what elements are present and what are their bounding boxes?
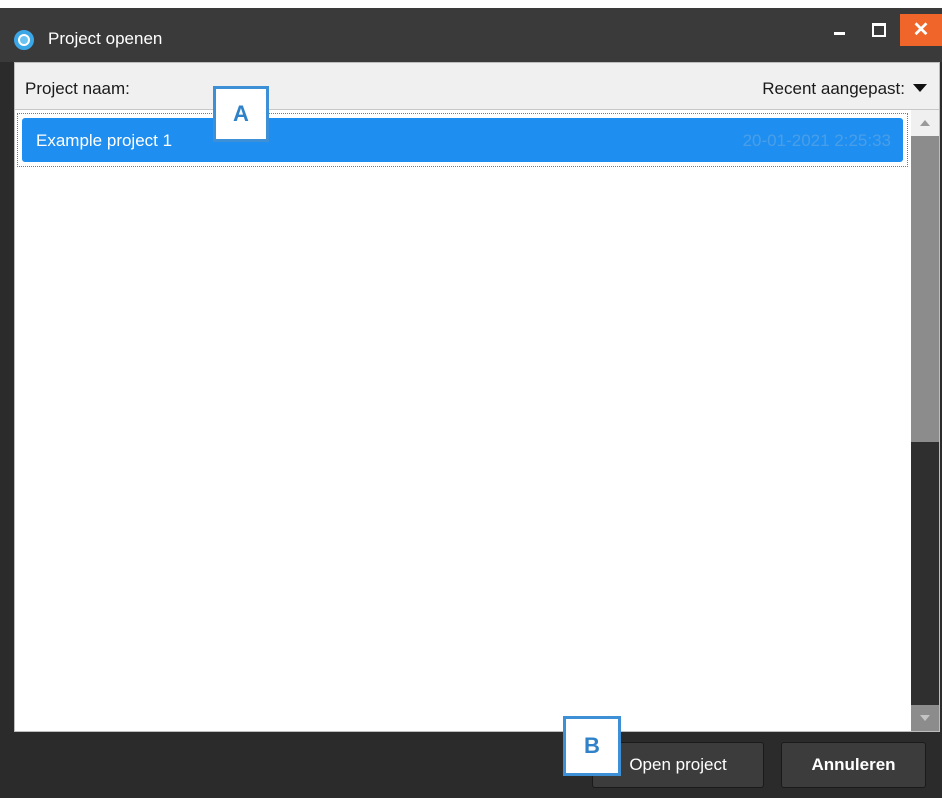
cancel-button[interactable]: Annuleren xyxy=(781,742,926,788)
project-modified-date: 20-01-2021 2:25:33 xyxy=(742,131,891,150)
window-title: Project openen xyxy=(48,29,163,48)
close-icon: ✕ xyxy=(912,19,930,41)
title-bar[interactable]: Project openen ✕ xyxy=(0,0,942,62)
arrow-down-icon xyxy=(920,715,930,721)
project-name: Example project 1 xyxy=(36,131,173,150)
dialog-footer: Open project Annuleren xyxy=(0,732,942,798)
list-item-focus: Example project 1 20-01-2021 2:25:33 xyxy=(17,113,908,167)
arrow-up-icon xyxy=(920,120,930,126)
minimize-icon xyxy=(833,31,845,35)
app-logo-icon xyxy=(14,30,34,50)
vertical-scrollbar[interactable] xyxy=(911,110,939,731)
scroll-down-button[interactable] xyxy=(911,705,939,731)
callout-marker-b: B xyxy=(563,716,621,776)
minimize-button[interactable] xyxy=(822,14,856,46)
project-list-panel: Project naam: Recent aangepast: Example … xyxy=(14,62,940,732)
column-header-name[interactable]: Project naam: xyxy=(25,79,130,99)
maximize-icon xyxy=(872,23,886,37)
scroll-up-button[interactable] xyxy=(911,110,939,136)
scrollbar-thumb[interactable] xyxy=(911,136,939,442)
column-header: Project naam: Recent aangepast: xyxy=(15,63,939,110)
close-button[interactable]: ✕ xyxy=(900,14,942,46)
callout-marker-a: A xyxy=(213,86,269,142)
sort-dropdown-icon[interactable] xyxy=(913,84,927,92)
project-list: Example project 1 20-01-2021 2:25:33 xyxy=(15,110,911,731)
list-item[interactable]: Example project 1 20-01-2021 2:25:33 xyxy=(22,118,903,162)
maximize-button[interactable] xyxy=(862,14,896,46)
scrollbar-track[interactable] xyxy=(911,442,939,705)
column-header-sort[interactable]: Recent aangepast: xyxy=(762,79,905,99)
open-project-dialog: Project openen ✕ Project naam: Recent aa… xyxy=(0,0,942,798)
